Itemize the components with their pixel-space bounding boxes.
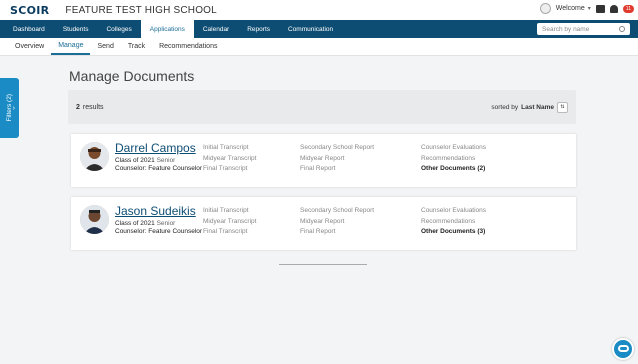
other-documents-link[interactable]: Other Documents (2) (421, 165, 486, 173)
welcome-label: Welcome (555, 5, 585, 12)
chevron-right-icon: › (12, 104, 15, 112)
user-avatar-icon[interactable] (539, 3, 551, 14)
chat-support-button[interactable] (612, 338, 634, 360)
main-nav: Dashboard Students Colleges Applications… (0, 20, 638, 38)
midyear-transcript-link[interactable]: Midyear Transcript (203, 155, 256, 163)
grade-level: Senior (156, 157, 176, 164)
final-report-link[interactable]: Final Report (300, 165, 374, 173)
counselor-evaluations-link[interactable]: Counselor Evaluations (421, 144, 486, 152)
sort-field[interactable]: Last Name (521, 104, 554, 111)
page-title: Manage Documents (69, 68, 195, 84)
student-name-link[interactable]: Darrel Campos (115, 141, 196, 155)
student-name-link[interactable]: Jason Sudeikis (115, 204, 196, 218)
sort-direction-icon[interactable]: ⇅ (557, 101, 568, 113)
scoir-logo[interactable]: SCOIR (10, 4, 49, 17)
initial-transcript-link[interactable]: Initial Transcript (203, 144, 256, 152)
tab-calendar[interactable]: Calendar (194, 20, 238, 38)
school-name: FEATURE TEST HIGH SCHOOL (65, 4, 217, 16)
sort-control: sorted by Last Name ⇅ (491, 101, 568, 113)
reports-column: Secondary School Report Midyear Report F… (300, 144, 374, 173)
student-card: Darrel Campos Class of 2021 Senior Couns… (71, 134, 576, 187)
secondary-school-report-link[interactable]: Secondary School Report (300, 144, 374, 152)
subtab-overview[interactable]: Overview (8, 38, 51, 55)
subtab-track[interactable]: Track (121, 38, 152, 55)
tab-reports[interactable]: Reports (238, 20, 279, 38)
midyear-report-link[interactable]: Midyear Report (300, 218, 374, 226)
tab-communication[interactable]: Communication (279, 20, 342, 38)
notifications-bell-icon[interactable] (609, 4, 618, 13)
evaluations-column: Counselor Evaluations Recommendations Ot… (421, 207, 486, 236)
search-icon[interactable] (619, 26, 625, 32)
tab-applications[interactable]: Applications (140, 20, 194, 38)
top-bar: SCOIR FEATURE TEST HIGH SCHOOL Welcome ▾… (0, 0, 638, 20)
welcome-menu[interactable]: Welcome ▾ (556, 5, 591, 12)
messages-icon[interactable] (595, 4, 605, 13)
midyear-report-link[interactable]: Midyear Report (300, 155, 374, 163)
subtab-manage[interactable]: Manage (51, 38, 91, 55)
recommendations-link[interactable]: Recommendations (421, 155, 486, 163)
chat-icon (618, 345, 629, 352)
results-bar: 2 results sorted by Last Name ⇅ (68, 90, 576, 124)
sub-nav: Overview Manage Send Track Recommendatio… (0, 38, 638, 56)
transcripts-column: Initial Transcript Midyear Transcript Fi… (203, 144, 256, 173)
reports-column: Secondary School Report Midyear Report F… (300, 207, 374, 236)
results-label: results (82, 103, 104, 111)
subtab-send[interactable]: Send (90, 38, 120, 55)
student-class: Class of 2021 Senior (115, 220, 175, 227)
final-report-link[interactable]: Final Report (300, 228, 374, 236)
search-placeholder: Search by name (542, 25, 590, 33)
secondary-school-report-link[interactable]: Secondary School Report (300, 207, 374, 215)
grade-level: Senior (156, 220, 176, 227)
tab-colleges[interactable]: Colleges (97, 20, 140, 38)
student-card: Jason Sudeikis Class of 2021 Senior Coun… (71, 197, 576, 250)
final-transcript-link[interactable]: Final Transcript (203, 165, 256, 173)
student-photo (80, 205, 109, 234)
tab-dashboard[interactable]: Dashboard (4, 20, 54, 38)
other-documents-link[interactable]: Other Documents (3) (421, 228, 486, 236)
subtab-recommendations[interactable]: Recommendations (152, 38, 224, 55)
student-counselor: Counselor: Feature Counselor (115, 165, 203, 172)
chevron-down-icon: ▾ (587, 6, 591, 12)
results-count: 2 (76, 103, 80, 111)
student-photo (80, 142, 109, 171)
recommendations-link[interactable]: Recommendations (421, 218, 486, 226)
user-area: Welcome ▾ 11 (539, 3, 634, 14)
student-counselor: Counselor: Feature Counselor (115, 228, 203, 235)
list-end-divider (279, 264, 367, 265)
sorted-by-label: sorted by (491, 103, 519, 111)
notification-count-badge[interactable]: 11 (622, 4, 634, 13)
tab-students[interactable]: Students (54, 20, 98, 38)
class-year: Class of 2021 (115, 157, 155, 164)
midyear-transcript-link[interactable]: Midyear Transcript (203, 218, 256, 226)
initial-transcript-link[interactable]: Initial Transcript (203, 207, 256, 215)
search-input[interactable]: Search by name (537, 23, 630, 35)
final-transcript-link[interactable]: Final Transcript (203, 228, 256, 236)
counselor-evaluations-link[interactable]: Counselor Evaluations (421, 207, 486, 215)
student-class: Class of 2021 Senior (115, 157, 175, 164)
filters-toggle[interactable]: Filters (2) › (0, 78, 19, 138)
evaluations-column: Counselor Evaluations Recommendations Ot… (421, 144, 486, 173)
class-year: Class of 2021 (115, 220, 155, 227)
transcripts-column: Initial Transcript Midyear Transcript Fi… (203, 207, 256, 236)
